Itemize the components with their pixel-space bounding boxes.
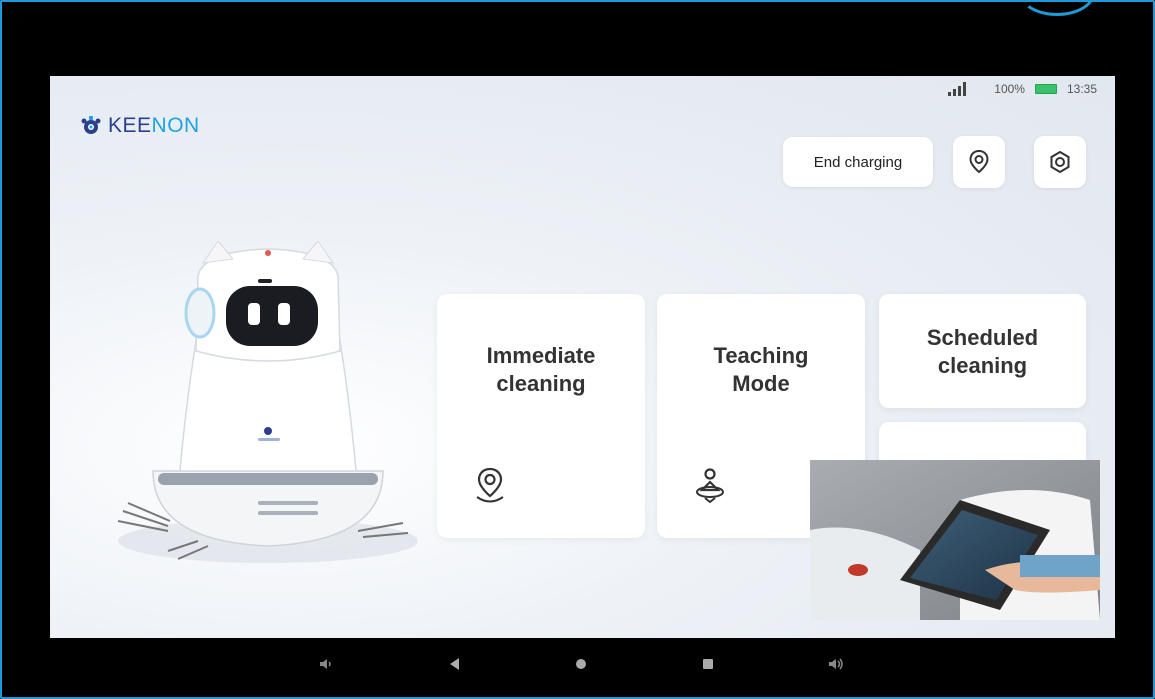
end-charging-button[interactable]: End charging (783, 137, 933, 187)
video-overlay (810, 460, 1100, 620)
location-pin-icon (969, 149, 989, 174)
location-pin-icon (476, 467, 504, 503)
volume-down-icon[interactable] (318, 656, 334, 672)
card-title: Immediate cleaning (486, 343, 596, 396)
keenon-logo-icon (81, 116, 101, 134)
battery-icon (1034, 84, 1057, 94)
recents-icon[interactable] (701, 656, 715, 672)
signal-icon (948, 82, 967, 96)
end-charging-label: End charging (813, 153, 903, 171)
card-title: Scheduled cleaning (926, 325, 1039, 378)
home-icon[interactable] (574, 656, 588, 672)
status-bar: 100% 13:35 (948, 82, 1097, 96)
gear-icon (1050, 150, 1070, 174)
back-icon[interactable] (447, 656, 461, 672)
clock: 13:35 (1066, 82, 1097, 96)
scheduled-cleaning-card[interactable]: Scheduled cleaning (879, 294, 1086, 408)
teaching-person-icon (696, 468, 724, 504)
battery-percent: 100% (994, 82, 1025, 96)
navigation-bar (50, 638, 1115, 691)
location-button[interactable] (953, 136, 1005, 188)
brand-logo: KEENON (80, 114, 200, 138)
immediate-cleaning-card[interactable]: Immediate cleaning (437, 294, 645, 538)
brand-name: KEENON (108, 114, 200, 137)
volume-up-icon[interactable] (827, 656, 845, 672)
card-title: Teaching Mode (713, 343, 809, 396)
settings-button[interactable] (1034, 136, 1086, 188)
robot-illustration (117, 241, 418, 563)
